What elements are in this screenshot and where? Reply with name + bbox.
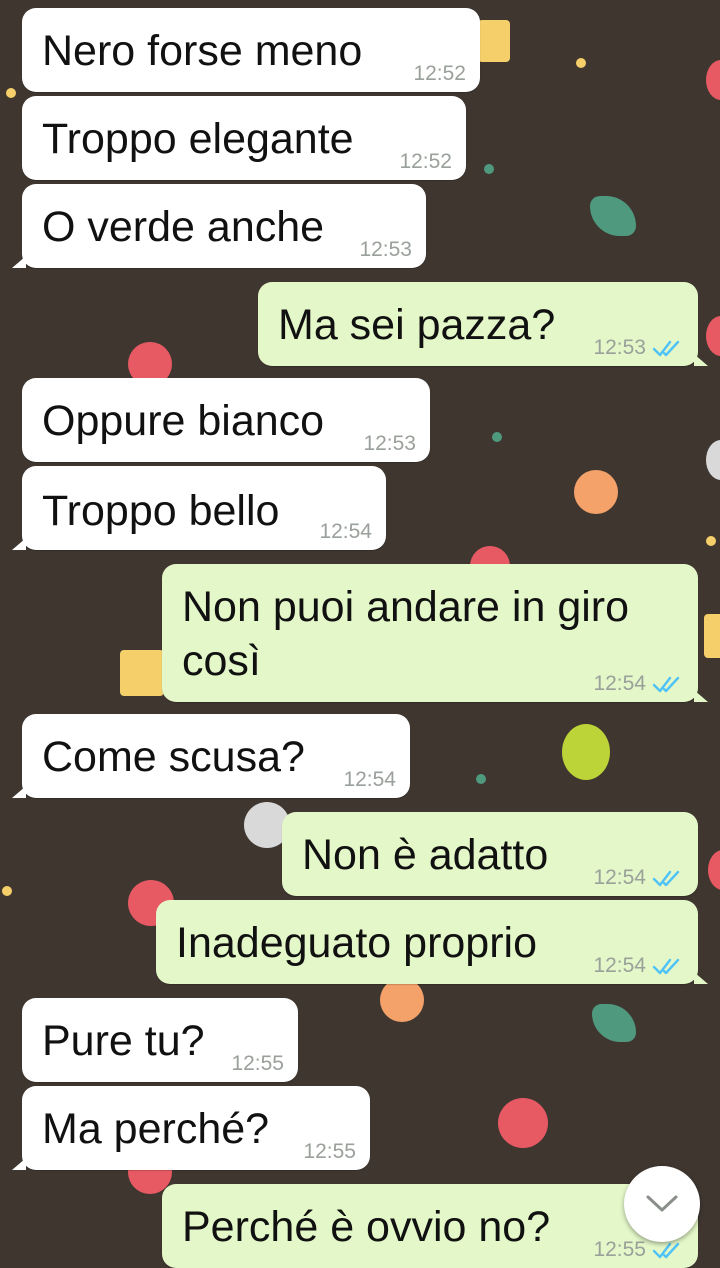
apple-icon (708, 850, 720, 890)
message-bubble-outgoing[interactable]: Perché è ovvio no? 12:55 (162, 1184, 698, 1268)
dot-icon (706, 536, 716, 546)
message-text: O verde anche (42, 203, 325, 251)
double-check-icon (652, 1242, 680, 1259)
message-time: 12:53 (359, 238, 412, 261)
message-time: 12:55 (303, 1140, 356, 1163)
message-text: Troppo elegante (42, 115, 354, 163)
dot-icon (476, 774, 486, 784)
double-check-icon (652, 676, 680, 693)
apple-icon (498, 1098, 548, 1148)
message-time: 12:54 (593, 954, 646, 977)
message-text: Come scusa? (42, 733, 305, 781)
message-bubble-incoming[interactable]: Ma perché? 12:55 (12, 1086, 370, 1170)
message-bubble-outgoing[interactable]: Inadeguato proprio 12:54 (156, 900, 708, 984)
message-text: Inadeguato proprio (176, 919, 538, 967)
message-time: 12:54 (319, 520, 372, 543)
message-text: Ma perché? (42, 1105, 270, 1153)
message-text: Troppo bello (42, 487, 280, 535)
message-text: Pure tu? (42, 1017, 205, 1065)
message-text: Oppure bianco (42, 397, 325, 445)
double-check-icon (652, 870, 680, 887)
leaf-icon (592, 1004, 636, 1042)
leaf-icon (590, 196, 636, 236)
message-text-line2: così (182, 637, 261, 685)
double-check-icon (652, 340, 680, 357)
bubble-tail (12, 786, 26, 798)
message-time: 12:53 (593, 336, 646, 359)
dot-icon (484, 164, 494, 174)
house-icon (120, 650, 164, 696)
dot-icon (576, 58, 586, 68)
bubble-tail (694, 354, 708, 366)
message-text: Ma sei pazza? (278, 301, 556, 349)
message-bubble-incoming[interactable]: O verde anche 12:53 (12, 184, 426, 268)
message-bubble-outgoing[interactable]: Ma sei pazza? 12:53 (258, 282, 708, 366)
dot-icon (6, 88, 16, 98)
apple-icon (706, 60, 720, 100)
message-time: 12:54 (343, 768, 396, 791)
bubble-tail (12, 1158, 26, 1170)
chevron-down-icon (646, 1195, 678, 1212)
double-check-icon (652, 958, 680, 975)
message-time: 12:55 (231, 1052, 284, 1075)
bubble-tail (694, 972, 708, 984)
message-time: 12:52 (413, 62, 466, 85)
bubble-tail (12, 256, 26, 268)
berry-icon (706, 440, 720, 480)
message-bubble-incoming[interactable]: Come scusa? 12:54 (12, 714, 410, 798)
message-text: Perché è ovvio no? (182, 1203, 551, 1251)
message-time: 12:54 (593, 672, 646, 695)
bubble-tail (694, 690, 708, 702)
message-time: 12:53 (363, 432, 416, 455)
house-icon (704, 614, 720, 658)
message-bubble-incoming[interactable]: Pure tu? 12:55 (22, 998, 298, 1082)
message-bubble-incoming[interactable]: Nero forse meno 12:52 (22, 8, 480, 92)
message-bubble-outgoing[interactable]: Non è adatto 12:54 (282, 812, 698, 896)
dot-icon (2, 886, 12, 896)
message-text: Non è adatto (302, 831, 549, 879)
house-icon (478, 20, 510, 62)
bubble-tail (12, 538, 26, 550)
message-bubble-incoming[interactable]: Troppo bello 12:54 (12, 466, 386, 550)
message-time: 12:55 (593, 1238, 646, 1261)
scroll-to-bottom-button[interactable] (624, 1166, 700, 1242)
message-text: Nero forse meno (42, 27, 363, 75)
message-bubble-incoming[interactable]: Oppure bianco 12:53 (22, 378, 430, 462)
pear-icon (562, 724, 610, 780)
dot-icon (492, 432, 502, 442)
orange-icon (574, 470, 618, 514)
message-bubble-outgoing[interactable]: Non puoi andare in giro così 12:54 (162, 564, 708, 702)
message-bubble-incoming[interactable]: Troppo elegante 12:52 (22, 96, 466, 180)
message-time: 12:52 (399, 150, 452, 173)
orange-icon (380, 978, 424, 1022)
message-time: 12:54 (593, 866, 646, 889)
message-text: Non puoi andare in giro (182, 583, 630, 631)
apple-icon (706, 316, 720, 356)
